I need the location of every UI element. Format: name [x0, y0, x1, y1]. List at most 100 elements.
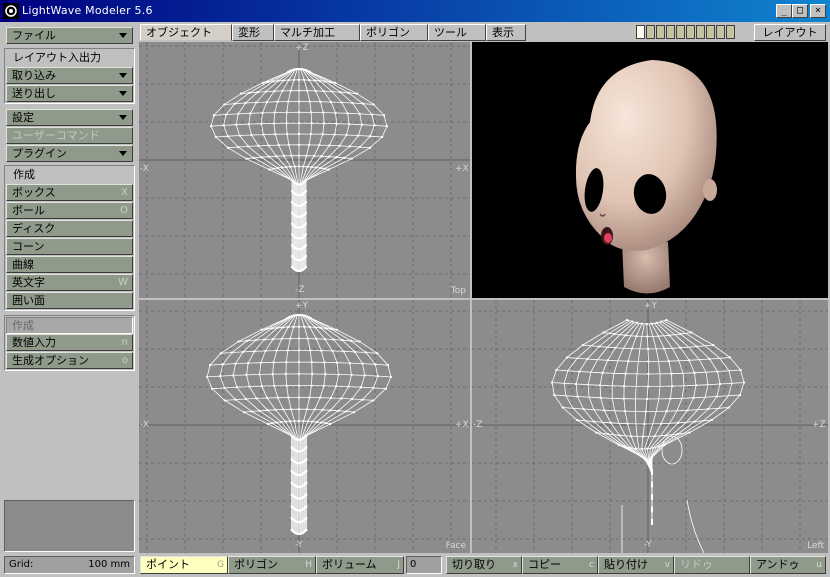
cone-button[interactable]: コーン: [6, 238, 133, 255]
vertex: [329, 423, 332, 425]
layer-button-10[interactable]: [726, 25, 735, 39]
vertex: [665, 319, 668, 321]
vertex: [315, 420, 318, 423]
vertex: [272, 122, 275, 125]
user-command-button[interactable]: ユーザーコマンド: [6, 127, 133, 144]
tab-tools[interactable]: ツール: [428, 24, 486, 41]
vertex: [372, 386, 375, 389]
vertex: [365, 351, 368, 354]
viewport-top[interactable]: +Z -Z -X +X Top: [139, 42, 470, 298]
vertex: [282, 79, 285, 82]
vertex: [663, 444, 666, 446]
vertex: [353, 411, 356, 414]
layer-button-5[interactable]: [676, 25, 685, 39]
box-button[interactable]: ボックス X: [6, 184, 133, 201]
vertex: [337, 373, 340, 376]
ball-button[interactable]: ボール O: [6, 202, 133, 219]
export-button[interactable]: 送り出し: [6, 85, 133, 102]
title-bar[interactable]: LightWave Modeler 5.6 _ □ ×: [0, 0, 830, 22]
vertex: [247, 145, 250, 148]
paste-button[interactable]: 貼り付け v: [598, 556, 674, 574]
minimize-button[interactable]: _: [776, 4, 792, 18]
copy-button[interactable]: コピー c: [522, 556, 598, 574]
layer-button-8[interactable]: [706, 25, 715, 39]
vertex: [308, 100, 311, 103]
layer-button-3[interactable]: [656, 25, 665, 39]
vertex: [645, 323, 648, 325]
undo-button[interactable]: アンドゥ u: [750, 556, 826, 574]
text-button[interactable]: 英文字 W: [6, 274, 133, 291]
gen-options-button[interactable]: 生成オプション o: [6, 352, 133, 369]
vertex: [341, 339, 344, 342]
vertex: [219, 352, 222, 355]
redo-button[interactable]: リドゥ: [674, 556, 750, 574]
vertex: [347, 91, 350, 94]
vertex: [280, 166, 283, 169]
import-button[interactable]: 取り込み: [6, 67, 133, 84]
vertex: [727, 406, 730, 409]
vertex: [320, 421, 323, 424]
vertex: [266, 409, 269, 412]
tab-polygon[interactable]: ポリゴン: [360, 24, 428, 41]
vertex: [327, 168, 330, 171]
volume-mode-label: ボリューム: [322, 558, 377, 571]
layer-button-9[interactable]: [716, 25, 725, 39]
layer-button-7[interactable]: [696, 25, 705, 39]
vertex: [323, 80, 326, 83]
disc-button[interactable]: ディスク: [6, 220, 133, 237]
vertex: [650, 322, 653, 325]
viewport-left[interactable]: +Y -Y -Z +Z Left: [472, 300, 828, 553]
point-mode-shortcut: G: [217, 560, 224, 570]
polygon-mode-button[interactable]: ポリゴン H: [228, 556, 316, 574]
vertex: [298, 154, 300, 157]
cone-label: コーン: [12, 240, 45, 253]
top-mesh-col: [300, 68, 325, 271]
tab-modify[interactable]: 変形: [232, 24, 274, 41]
curve-button[interactable]: 曲線: [6, 256, 133, 273]
file-menu-button[interactable]: ファイル: [6, 27, 133, 44]
lightwave-app-icon[interactable]: [3, 3, 19, 19]
vertex: [206, 375, 209, 378]
layer-button-6[interactable]: [686, 25, 695, 39]
close-button[interactable]: ×: [810, 4, 826, 18]
vertex: [282, 154, 285, 157]
viewport-perspective[interactable]: [472, 42, 828, 298]
viewport-left-label: Left: [807, 541, 824, 551]
vertex: [289, 165, 292, 168]
grid-size-display: Grid: 100 mm: [4, 556, 135, 574]
tab-multiply[interactable]: マルチ加工: [274, 24, 360, 41]
maximize-button[interactable]: □: [792, 4, 808, 18]
vertex: [342, 350, 345, 353]
vertex: [314, 89, 317, 92]
vertex: [320, 349, 323, 352]
vertex: [276, 396, 279, 399]
tab-object[interactable]: オブジェクト: [140, 24, 232, 41]
vertex: [267, 144, 270, 147]
layer-button-4[interactable]: [666, 25, 675, 39]
vertex: [629, 446, 632, 449]
layer-button-1[interactable]: [636, 25, 645, 39]
viewport-face[interactable]: +Y -Y -X +X Face: [139, 300, 470, 553]
numeric-button[interactable]: 数値入力 n: [6, 334, 133, 351]
vertex: [313, 79, 316, 82]
volume-mode-button[interactable]: ボリューム J: [316, 556, 404, 574]
vertex: [331, 349, 334, 352]
plugin-button[interactable]: プラグイン: [6, 145, 133, 162]
vertex: [305, 179, 308, 182]
cut-button[interactable]: 切り取り x: [446, 556, 522, 574]
layout-switch-button[interactable]: レイアウト: [754, 24, 826, 41]
vertex: [267, 155, 270, 158]
vertex: [223, 386, 226, 389]
vertex: [630, 347, 633, 350]
vertex: [340, 397, 343, 400]
vertex: [311, 420, 314, 423]
enclosure-button[interactable]: 囲い面: [6, 292, 133, 309]
numeric-label: 数値入力: [12, 336, 56, 349]
paste-shortcut: v: [664, 560, 670, 570]
point-mode-button[interactable]: ポイント G: [140, 556, 228, 574]
layer-button-2[interactable]: [646, 25, 655, 39]
tab-display[interactable]: 表示: [486, 24, 526, 41]
vertex: [289, 337, 292, 340]
vertex: [635, 447, 638, 450]
settings-button[interactable]: 設定: [6, 109, 133, 126]
